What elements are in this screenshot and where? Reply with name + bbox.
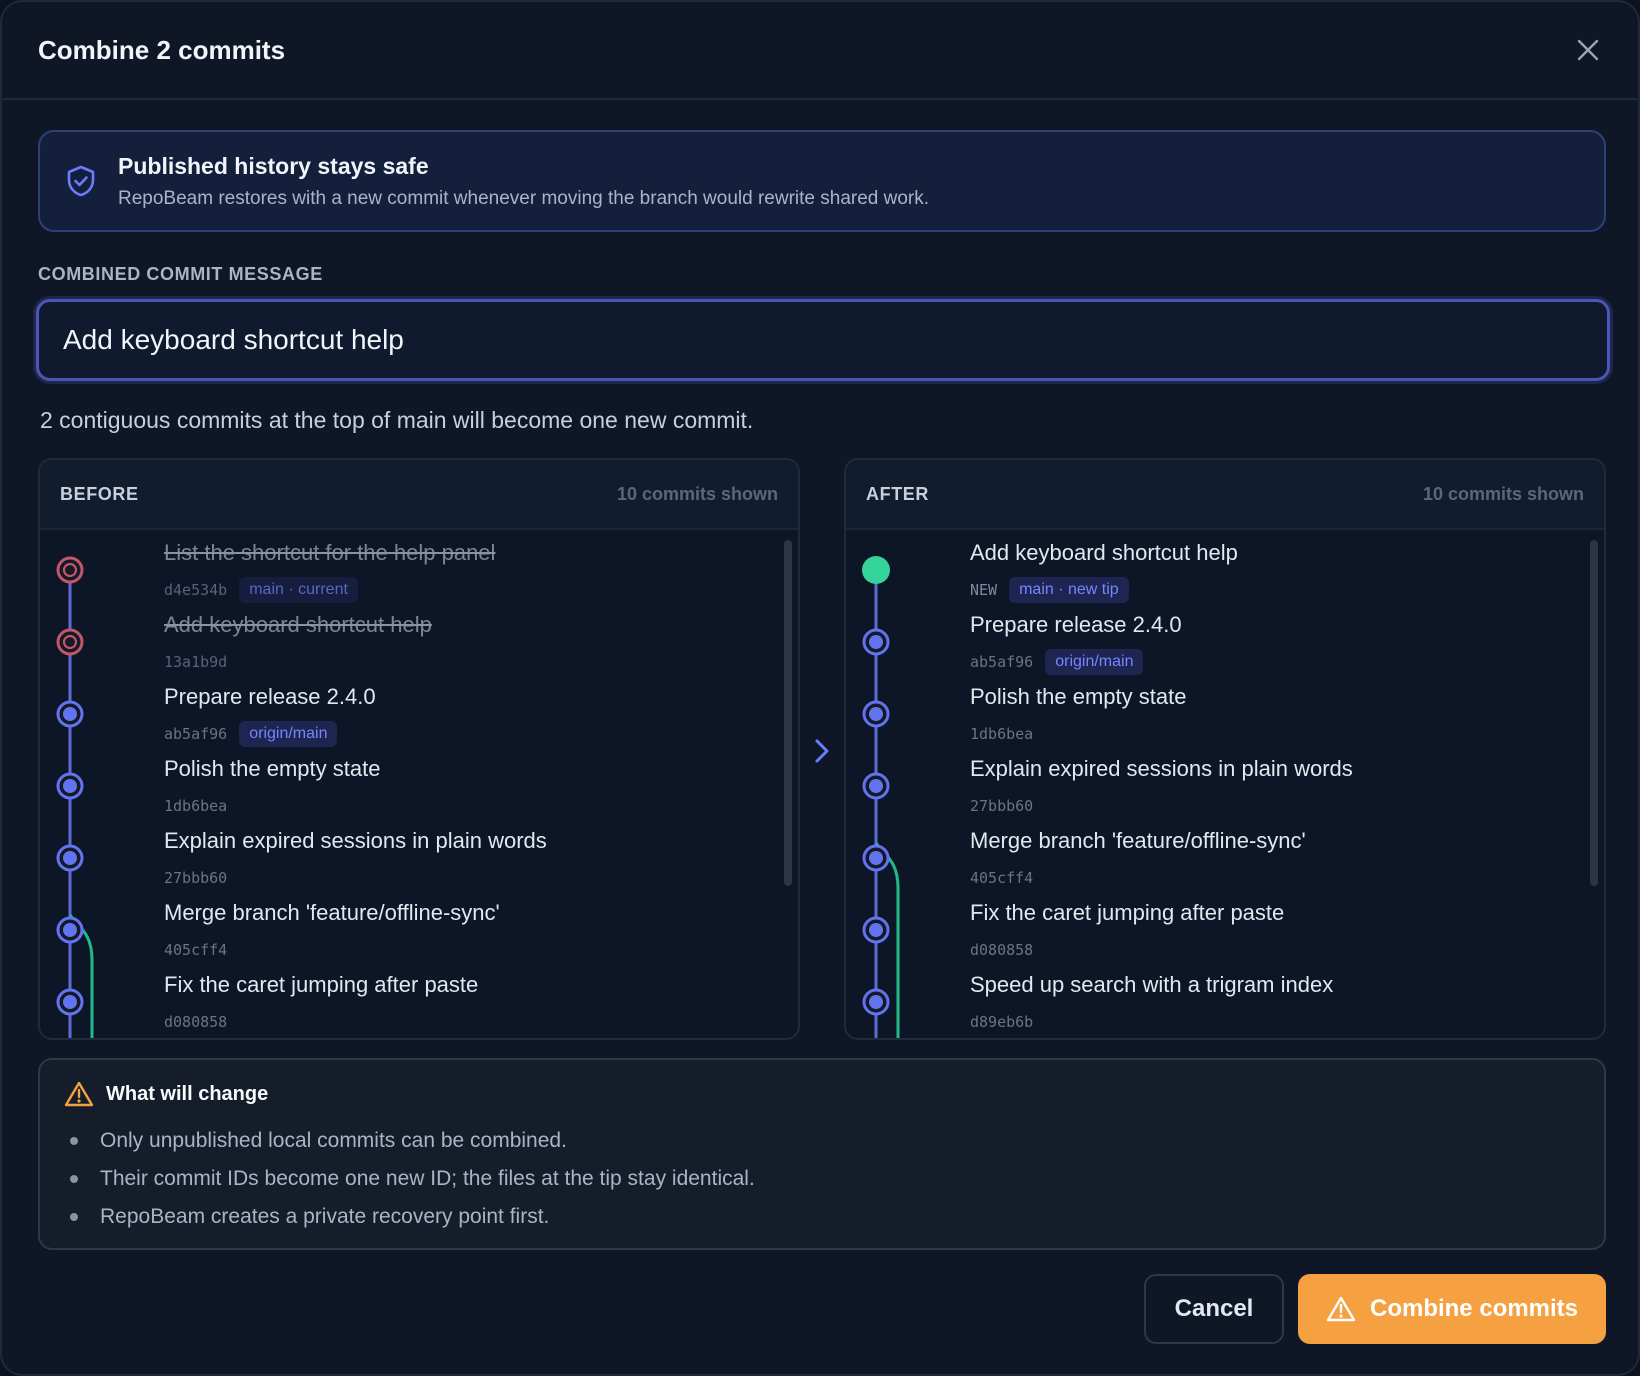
after-row-1[interactable]: Prepare release 2.4.0 ab5af96 origin/main	[970, 612, 1182, 676]
commit-message: Merge branch 'feature/offline-sync'	[164, 900, 500, 925]
banner-text: RepoBeam restores with a new commit when…	[118, 187, 930, 209]
before-row-1[interactable]: Add keyboard shortcut help 13a1b9d	[164, 612, 432, 676]
commit-message: Add keyboard shortcut help	[164, 612, 432, 637]
commit-sha: 27bbb60	[164, 869, 228, 887]
commit-message: Explain expired sessions in plain words	[970, 756, 1353, 781]
commit-node	[862, 700, 890, 728]
after-row-3[interactable]: Explain expired sessions in plain words …	[970, 756, 1353, 820]
commit-message: Polish the empty state	[164, 756, 381, 781]
before-scrollbar[interactable]	[784, 540, 792, 886]
what-will-change-box: What will change Only unpublished local …	[38, 1058, 1606, 1250]
warning-list: Only unpublished local commits can be co…	[70, 1122, 755, 1236]
commit-message-input[interactable]	[36, 299, 1610, 381]
commit-message: Explain expired sessions in plain words	[164, 828, 547, 853]
commit-message: Prepare release 2.4.0	[164, 684, 376, 709]
commit-sha: NEW	[970, 581, 998, 599]
commit-node	[56, 916, 84, 944]
commit-sha: d080858	[970, 941, 1034, 959]
before-row-3[interactable]: Polish the empty state 1db6bea	[164, 756, 380, 820]
commit-sha: d080858	[164, 1013, 228, 1031]
banner-title: Published history stays safe	[118, 152, 429, 179]
dialog-title: Combine 2 commits	[38, 34, 286, 65]
commit-node	[862, 772, 890, 800]
commit-node	[862, 844, 890, 872]
commit-message: Fix the caret jumping after paste	[164, 972, 479, 997]
commit-sha: 405cff4	[970, 869, 1034, 887]
branch-tag: origin/main	[1045, 649, 1144, 675]
after-row-4[interactable]: Merge branch 'feature/offline-sync' 405c…	[970, 828, 1306, 892]
after-row-5[interactable]: Fix the caret jumping after paste d08085…	[970, 900, 1284, 964]
commit-node	[56, 844, 84, 872]
after-panel: AFTER 10 commits shown Add keyboard shor…	[844, 458, 1606, 1040]
commit-sha: 13a1b9d	[164, 653, 228, 671]
commit-message: Polish the empty state	[970, 684, 1187, 709]
after-row-0[interactable]: Add keyboard shortcut help NEW main · new…	[970, 540, 1238, 604]
branch-tag: main · current	[239, 577, 358, 603]
shield-check-icon	[67, 165, 95, 197]
commit-node-removed	[56, 628, 84, 656]
close-button[interactable]	[1568, 30, 1608, 70]
commit-sha: d4e534b	[164, 581, 228, 599]
commit-message: List the shortcut for the help panel	[164, 540, 496, 565]
before-row-4[interactable]: Explain expired sessions in plain words …	[164, 828, 547, 892]
before-row-5[interactable]: Merge branch 'feature/offline-sync' 405c…	[164, 900, 500, 964]
after-commit-graph	[862, 556, 900, 1038]
cancel-button[interactable]: Cancel	[1144, 1274, 1284, 1344]
commit-node	[56, 988, 84, 1016]
before-panel-header: BEFORE 10 commits shown	[40, 460, 798, 530]
commit-node	[56, 772, 84, 800]
after-row-6[interactable]: Speed up search with a trigram index d89…	[970, 972, 1333, 1036]
info-banner: Published history stays safe RepoBeam re…	[38, 130, 1606, 232]
close-icon	[1577, 39, 1599, 61]
before-title: BEFORE	[60, 483, 139, 504]
commit-message: Prepare release 2.4.0	[970, 612, 1182, 637]
commit-sha: 27bbb60	[970, 797, 1034, 815]
warning-item: Only unpublished local commits can be co…	[70, 1122, 755, 1160]
before-row-6[interactable]: Fix the caret jumping after paste d08085…	[164, 972, 478, 1036]
warning-triangle-icon	[64, 1081, 94, 1107]
branch-tag: origin/main	[239, 721, 338, 747]
warning-title: What will change	[106, 1082, 269, 1105]
commit-sha: 405cff4	[164, 941, 228, 959]
warning-triangle-icon	[1326, 1296, 1356, 1322]
branch-tag: main · new tip	[1009, 577, 1129, 603]
commit-sha: ab5af96	[970, 653, 1034, 671]
warning-item: RepoBeam creates a private recovery poin…	[70, 1198, 755, 1236]
commit-message: Add keyboard shortcut help	[970, 540, 1238, 565]
before-commit-graph	[56, 556, 94, 1038]
commit-sha: 1db6bea	[970, 725, 1034, 743]
after-title: AFTER	[866, 483, 929, 504]
commit-node-new	[862, 556, 890, 584]
commit-node	[862, 628, 890, 656]
combine-commits-dialog: Combine 2 commits Published history stay…	[0, 0, 1640, 1376]
dialog-header: Combine 2 commits	[2, 2, 1638, 100]
after-count: 10 commits shown	[1422, 483, 1584, 504]
commit-message: Speed up search with a trigram index	[970, 972, 1334, 997]
commit-node	[56, 700, 84, 728]
after-panel-header: AFTER 10 commits shown	[846, 460, 1604, 530]
commit-sha: 1db6bea	[164, 797, 228, 815]
before-count: 10 commits shown	[616, 483, 778, 504]
warning-header: What will change	[64, 1080, 268, 1108]
commit-node	[862, 916, 890, 944]
commit-node-removed	[56, 556, 84, 584]
after-scrollbar[interactable]	[1590, 540, 1598, 886]
after-row-2[interactable]: Polish the empty state 1db6bea	[970, 684, 1186, 748]
combine-commits-button[interactable]: Combine commits	[1298, 1274, 1606, 1344]
commit-message: Fix the caret jumping after paste	[970, 900, 1285, 925]
before-row-2[interactable]: Prepare release 2.4.0 ab5af96 origin/main	[164, 684, 376, 748]
warning-item: Their commit IDs become one new ID; the …	[70, 1160, 755, 1198]
commit-sha: d89eb6b	[970, 1013, 1034, 1031]
commit-message: Merge branch 'feature/offline-sync'	[970, 828, 1306, 853]
chevron-right-icon	[815, 739, 829, 763]
before-panel: BEFORE 10 commits shown List the shortcu…	[38, 458, 800, 1040]
commit-node	[862, 988, 890, 1016]
commit-sha: ab5af96	[164, 725, 228, 743]
summary-text: 2 contiguous commits at the top of main …	[40, 407, 754, 433]
commit-message-label: COMBINED COMMIT MESSAGE	[38, 264, 323, 284]
combine-commits-label: Combine commits	[1369, 1295, 1579, 1322]
before-row-0[interactable]: List the shortcut for the help panel d4e…	[164, 540, 495, 604]
